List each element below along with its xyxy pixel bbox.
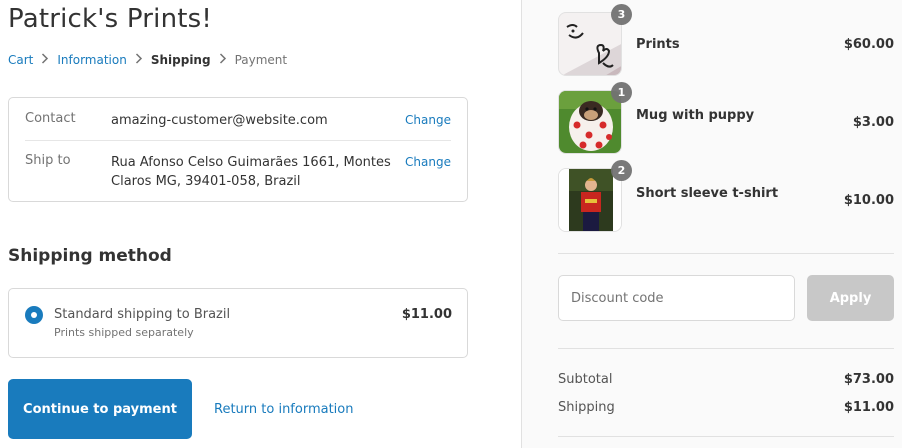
puppy-mug-photo-icon <box>559 91 621 153</box>
tshirt-photo-icon <box>559 169 621 231</box>
product-name: Mug with puppy <box>636 108 755 123</box>
shipping-method-note: Prints shipped separately <box>54 326 194 339</box>
apply-discount-button[interactable]: Apply <box>807 275 894 321</box>
quantity-badge: 1 <box>611 82 632 103</box>
product-name: Prints <box>636 37 680 52</box>
shipping-method-price: $11.00 <box>401 307 452 322</box>
chevron-right-icon <box>38 53 52 67</box>
chevron-right-icon <box>132 53 146 67</box>
shipping-method-title: Shipping method <box>8 246 172 266</box>
divider <box>558 348 894 349</box>
order-summary: 3 Prints $60.00 1 Mug with puppy $3.00 2… <box>521 0 902 448</box>
discount-code-input[interactable] <box>558 275 795 321</box>
contact-value: amazing-customer@website.com <box>111 113 328 128</box>
store-title: Patrick's Prints! <box>8 4 213 34</box>
review-ship-row: Ship to Rua Afonso Celso Guimarães 1661,… <box>25 153 451 191</box>
shipping-method-name: Standard shipping to Brazil <box>54 307 231 322</box>
product-image <box>558 168 622 232</box>
checkout-main: Patrick's Prints! Cart Information Shipp… <box>0 0 521 448</box>
chevron-right-icon <box>216 53 230 67</box>
review-block: Contact amazing-customer@website.com Cha… <box>8 97 468 202</box>
contact-label: Contact <box>25 111 76 126</box>
breadcrumb: Cart Information Shipping Payment <box>8 53 287 67</box>
ship-to-value: Rua Afonso Celso Guimarães 1661, Montes … <box>111 155 391 189</box>
quantity-badge: 2 <box>611 160 632 181</box>
ship-to-label: Ship to <box>25 153 71 168</box>
shipping-label: Shipping <box>558 400 615 415</box>
shipping-method-option[interactable]: Standard shipping to Brazil Prints shipp… <box>8 288 468 358</box>
breadcrumb-payment: Payment <box>234 53 288 67</box>
return-to-information-link[interactable]: Return to information <box>214 402 353 417</box>
continue-to-payment-button[interactable]: Continue to payment <box>8 379 192 439</box>
quantity-badge: 3 <box>611 4 632 25</box>
cart-item: 1 Mug with puppy $3.00 <box>558 82 894 156</box>
change-contact-link[interactable]: Change <box>405 111 451 140</box>
review-contact-row: Contact amazing-customer@website.com Cha… <box>25 111 451 141</box>
product-price: $60.00 <box>843 37 894 52</box>
cart-item: 2 Short sleeve t-shirt $10.00 <box>558 160 894 234</box>
divider <box>558 436 894 437</box>
divider <box>558 253 894 254</box>
subtotal-value: $73.00 <box>843 372 894 387</box>
product-image <box>558 90 622 154</box>
product-name: Short sleeve t-shirt <box>636 186 779 201</box>
subtotal-label: Subtotal <box>558 372 613 387</box>
breadcrumb-information[interactable]: Information <box>57 53 126 67</box>
product-price: $10.00 <box>843 193 894 208</box>
prints-photo-icon <box>559 13 621 75</box>
shipping-value: $11.00 <box>843 400 894 415</box>
breadcrumb-cart[interactable]: Cart <box>8 53 33 67</box>
change-address-link[interactable]: Change <box>405 153 451 191</box>
product-image <box>558 12 622 76</box>
product-price: $3.00 <box>852 115 894 130</box>
breadcrumb-shipping: Shipping <box>150 53 211 67</box>
cart-item: 3 Prints $60.00 <box>558 4 894 78</box>
shipping-radio[interactable] <box>25 306 43 324</box>
